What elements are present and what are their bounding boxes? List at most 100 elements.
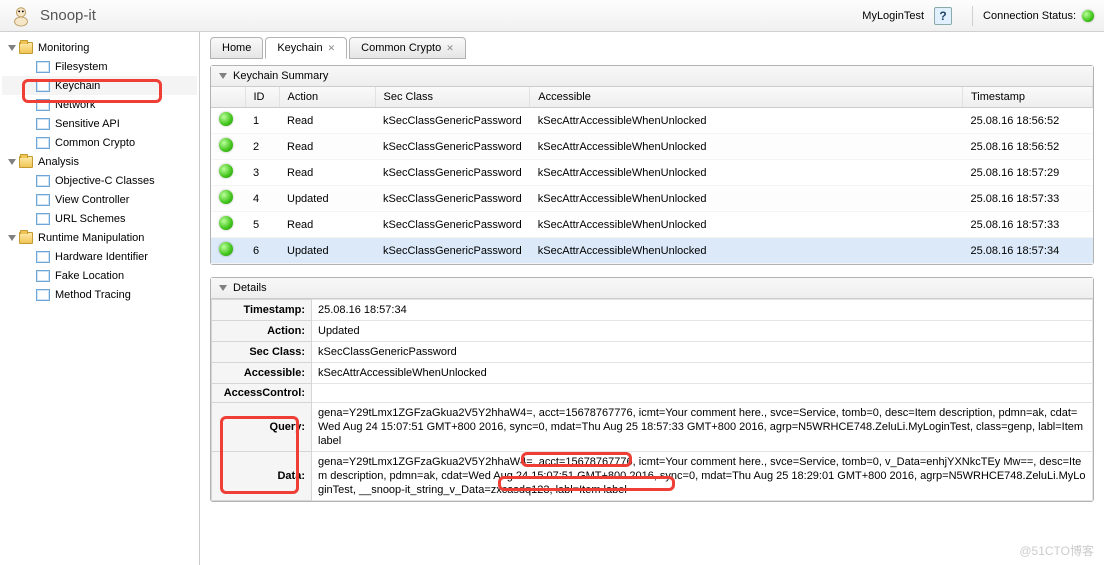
detail-value: kSecAttrAccessibleWhenUnlocked xyxy=(312,363,1093,384)
cell-accessible: kSecAttrAccessibleWhenUnlocked xyxy=(530,160,963,186)
status-led-icon xyxy=(219,164,233,178)
cell-sec-class: kSecClassGenericPassword xyxy=(375,186,530,212)
cell-id: 1 xyxy=(245,108,279,134)
summary-panel-header[interactable]: Keychain Summary xyxy=(211,66,1093,87)
tab-label: Common Crypto xyxy=(361,42,441,54)
sidebar-item[interactable]: Objective-C Classes xyxy=(2,171,197,190)
sidebar-item-label: Objective-C Classes xyxy=(55,175,155,187)
tab-label: Keychain xyxy=(277,42,322,54)
file-icon xyxy=(36,99,50,111)
column-header[interactable]: Action xyxy=(279,87,375,108)
file-icon xyxy=(36,175,50,187)
chevron-down-icon xyxy=(8,45,16,51)
sidebar-item-label: Fake Location xyxy=(55,270,124,282)
detail-row: Timestamp:25.08.16 18:57:34 xyxy=(212,300,1093,321)
detail-value: kSecClassGenericPassword xyxy=(312,342,1093,363)
sidebar-item[interactable]: Filesystem xyxy=(2,57,197,76)
sidebar-item[interactable]: Hardware Identifier xyxy=(2,247,197,266)
watermark: @51CTO博客 xyxy=(1019,542,1094,559)
column-header[interactable]: Accessible xyxy=(530,87,963,108)
folder-icon xyxy=(19,232,33,244)
column-header[interactable] xyxy=(211,87,245,108)
status-led-icon xyxy=(219,190,233,204)
cell-id: 2 xyxy=(245,134,279,160)
app-title: Snoop-it xyxy=(40,7,96,24)
close-icon[interactable]: ✕ xyxy=(328,43,336,54)
cell-sec-class: kSecClassGenericPassword xyxy=(375,160,530,186)
cell-action: Read xyxy=(279,160,375,186)
details-panel-header[interactable]: Details xyxy=(211,278,1093,299)
cell-action: Updated xyxy=(279,186,375,212)
sidebar-group[interactable]: Analysis xyxy=(2,152,197,171)
sidebar-item[interactable]: Sensitive API xyxy=(2,114,197,133)
app-header: Snoop-it MyLoginTest ? Connection Status… xyxy=(0,0,1104,32)
detail-row: Query:gena=Y29tLmx1ZGFzaGkua2V5Y2hhaW4=,… xyxy=(212,403,1093,452)
status-led-icon xyxy=(219,216,233,230)
column-header[interactable]: Sec Class xyxy=(375,87,530,108)
file-icon xyxy=(36,289,50,301)
cell-timestamp: 25.08.16 18:57:29 xyxy=(963,160,1093,186)
cell-sec-class: kSecClassGenericPassword xyxy=(375,108,530,134)
column-header[interactable]: Timestamp xyxy=(963,87,1093,108)
sidebar-group[interactable]: Monitoring xyxy=(2,38,197,57)
summary-title: Keychain Summary xyxy=(233,70,328,82)
keychain-table[interactable]: IDActionSec ClassAccessibleTimestamp1Rea… xyxy=(211,87,1093,264)
sidebar-item[interactable]: Common Crypto xyxy=(2,133,197,152)
sidebar-item[interactable]: Fake Location xyxy=(2,266,197,285)
sidebar-item-label: Method Tracing xyxy=(55,289,131,301)
tab-label: Home xyxy=(222,42,251,54)
status-led-icon xyxy=(219,112,233,126)
detail-value: gena=Y29tLmx1ZGFzaGkua2V5Y2hhaW4=, acct=… xyxy=(312,403,1093,452)
tab[interactable]: Home xyxy=(210,37,263,59)
sidebar-item-label: Network xyxy=(55,99,95,111)
cell-id: 3 xyxy=(245,160,279,186)
close-icon[interactable]: ✕ xyxy=(446,43,454,54)
cell-action: Updated xyxy=(279,238,375,264)
cell-timestamp: 25.08.16 18:56:52 xyxy=(963,108,1093,134)
cell-action: Read xyxy=(279,212,375,238)
sidebar: Monitoring Filesystem Keychain Network Sensi… xyxy=(0,32,200,565)
connection-status-led-icon xyxy=(1082,10,1094,22)
sidebar-item[interactable]: Network xyxy=(2,95,197,114)
sidebar-item[interactable]: Keychain xyxy=(2,76,197,95)
column-header[interactable]: ID xyxy=(245,87,279,108)
file-icon xyxy=(36,137,50,149)
sidebar-item[interactable]: URL Schemes xyxy=(2,209,197,228)
cell-id: 5 xyxy=(245,212,279,238)
sidebar-item-label: Filesystem xyxy=(55,61,108,73)
app-logo-icon xyxy=(10,5,32,27)
sidebar-item-label: Sensitive API xyxy=(55,118,120,130)
table-row[interactable]: 3ReadkSecClassGenericPasswordkSecAttrAcc… xyxy=(211,160,1093,186)
table-row[interactable]: 1ReadkSecClassGenericPasswordkSecAttrAcc… xyxy=(211,108,1093,134)
table-row[interactable]: 2ReadkSecClassGenericPasswordkSecAttrAcc… xyxy=(211,134,1093,160)
status-led-icon xyxy=(219,138,233,152)
chevron-down-icon xyxy=(219,73,227,79)
tab[interactable]: Keychain ✕ xyxy=(265,37,347,59)
status-led-icon xyxy=(219,242,233,256)
table-row[interactable]: 4UpdatedkSecClassGenericPasswordkSecAttr… xyxy=(211,186,1093,212)
cell-accessible: kSecAttrAccessibleWhenUnlocked xyxy=(530,108,963,134)
cell-sec-class: kSecClassGenericPassword xyxy=(375,238,530,264)
table-row[interactable]: 5ReadkSecClassGenericPasswordkSecAttrAcc… xyxy=(211,212,1093,238)
cell-action: Read xyxy=(279,134,375,160)
chevron-down-icon xyxy=(8,235,16,241)
sidebar-group-label: Monitoring xyxy=(38,42,89,54)
file-icon xyxy=(36,61,50,73)
table-row[interactable]: 6UpdatedkSecClassGenericPasswordkSecAttr… xyxy=(211,238,1093,264)
tab[interactable]: Common Crypto ✕ xyxy=(349,37,466,59)
detail-key: Action: xyxy=(212,321,312,342)
help-button[interactable]: ? xyxy=(934,7,952,25)
sidebar-group[interactable]: Runtime Manipulation xyxy=(2,228,197,247)
cell-timestamp: 25.08.16 18:57:34 xyxy=(963,238,1093,264)
header-separator xyxy=(972,6,973,26)
detail-row: Sec Class:kSecClassGenericPassword xyxy=(212,342,1093,363)
detail-key: Timestamp: xyxy=(212,300,312,321)
file-icon xyxy=(36,194,50,206)
file-icon xyxy=(36,251,50,263)
sidebar-item[interactable]: View Controller xyxy=(2,190,197,209)
folder-icon xyxy=(19,156,33,168)
detail-value: Updated xyxy=(312,321,1093,342)
file-icon xyxy=(36,270,50,282)
sidebar-item[interactable]: Method Tracing xyxy=(2,285,197,304)
cell-sec-class: kSecClassGenericPassword xyxy=(375,134,530,160)
